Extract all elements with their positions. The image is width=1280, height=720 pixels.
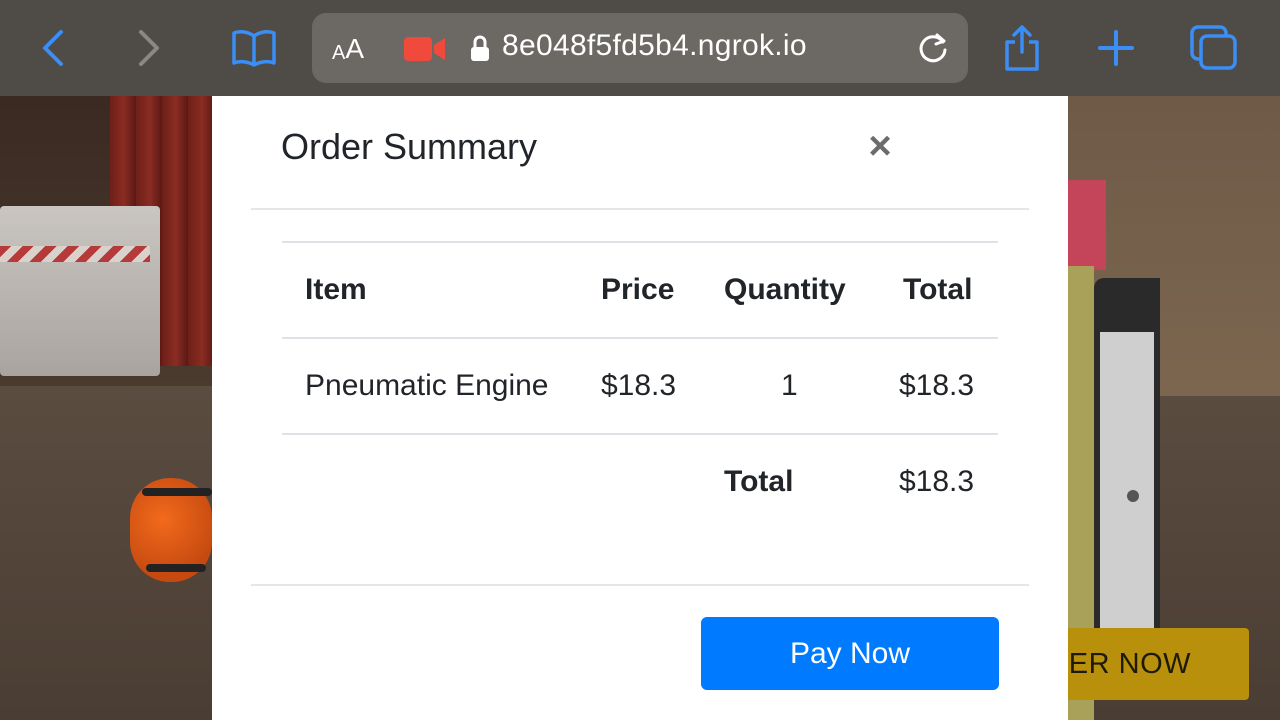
url-text: 8e048f5fd5b4.ngrok.io: [502, 29, 807, 62]
column-header-price: Price: [601, 273, 675, 306]
text-size-button[interactable]: A A: [332, 13, 364, 83]
grand-total-label: Total: [724, 465, 794, 498]
item-quantity: 1: [781, 369, 798, 402]
engine-rod: [142, 488, 212, 496]
engine-rod: [146, 564, 206, 572]
item-name: Pneumatic Engine: [305, 369, 549, 402]
plus-icon[interactable]: [1092, 24, 1140, 72]
order-now-label: ER NOW: [1068, 647, 1191, 680]
chevron-right-icon[interactable]: [124, 24, 172, 72]
table-row: Pneumatic Engine $18.3 1 $18.3: [282, 339, 998, 435]
order-now-button[interactable]: ER NOW: [1050, 628, 1249, 700]
book-icon[interactable]: [230, 24, 278, 72]
footer-divider: [251, 584, 1029, 586]
header-divider: [251, 208, 1029, 210]
column-header-total: Total: [903, 273, 973, 306]
order-table: Item Price Quantity Total Pneumatic Engi…: [282, 241, 998, 529]
close-icon: ×: [868, 124, 892, 168]
item-price: $18.3: [601, 369, 677, 402]
order-summary-modal: Order Summary × Item Price Quantity Tota…: [212, 96, 1068, 720]
pay-now-button[interactable]: Pay Now: [701, 617, 999, 690]
grand-total-value: $18.3: [899, 465, 975, 498]
pay-now-label: Pay Now: [789, 636, 911, 670]
pink-sticky-note: [1068, 180, 1106, 270]
table-footer-row: Total $18.3: [282, 435, 998, 529]
reload-icon[interactable]: [916, 31, 950, 70]
box-tape: [0, 246, 150, 262]
share-icon[interactable]: [998, 24, 1046, 72]
close-button[interactable]: ×: [860, 126, 900, 166]
engine-3d-model[interactable]: [130, 478, 212, 582]
browser-toolbar: A A 8e048f5fd5b4.ngrok.io: [0, 0, 1280, 96]
modal-title: Order Summary: [281, 126, 538, 167]
address-bar[interactable]: A A 8e048f5fd5b4.ngrok.io: [312, 13, 968, 83]
laptop-cursor: [1127, 490, 1139, 502]
text-size-small: A: [332, 42, 346, 64]
tabs-icon[interactable]: [1190, 24, 1238, 72]
chevron-left-icon[interactable]: [30, 24, 78, 72]
text-size-large: A: [345, 33, 365, 64]
table-header-row: Item Price Quantity Total: [282, 241, 998, 339]
item-total: $18.3: [899, 369, 975, 402]
video-camera-icon: [404, 35, 446, 68]
lock-icon: [470, 35, 490, 68]
column-header-quantity: Quantity: [724, 273, 846, 306]
cardboard-box: [0, 206, 160, 376]
column-header-item: Item: [305, 273, 367, 306]
